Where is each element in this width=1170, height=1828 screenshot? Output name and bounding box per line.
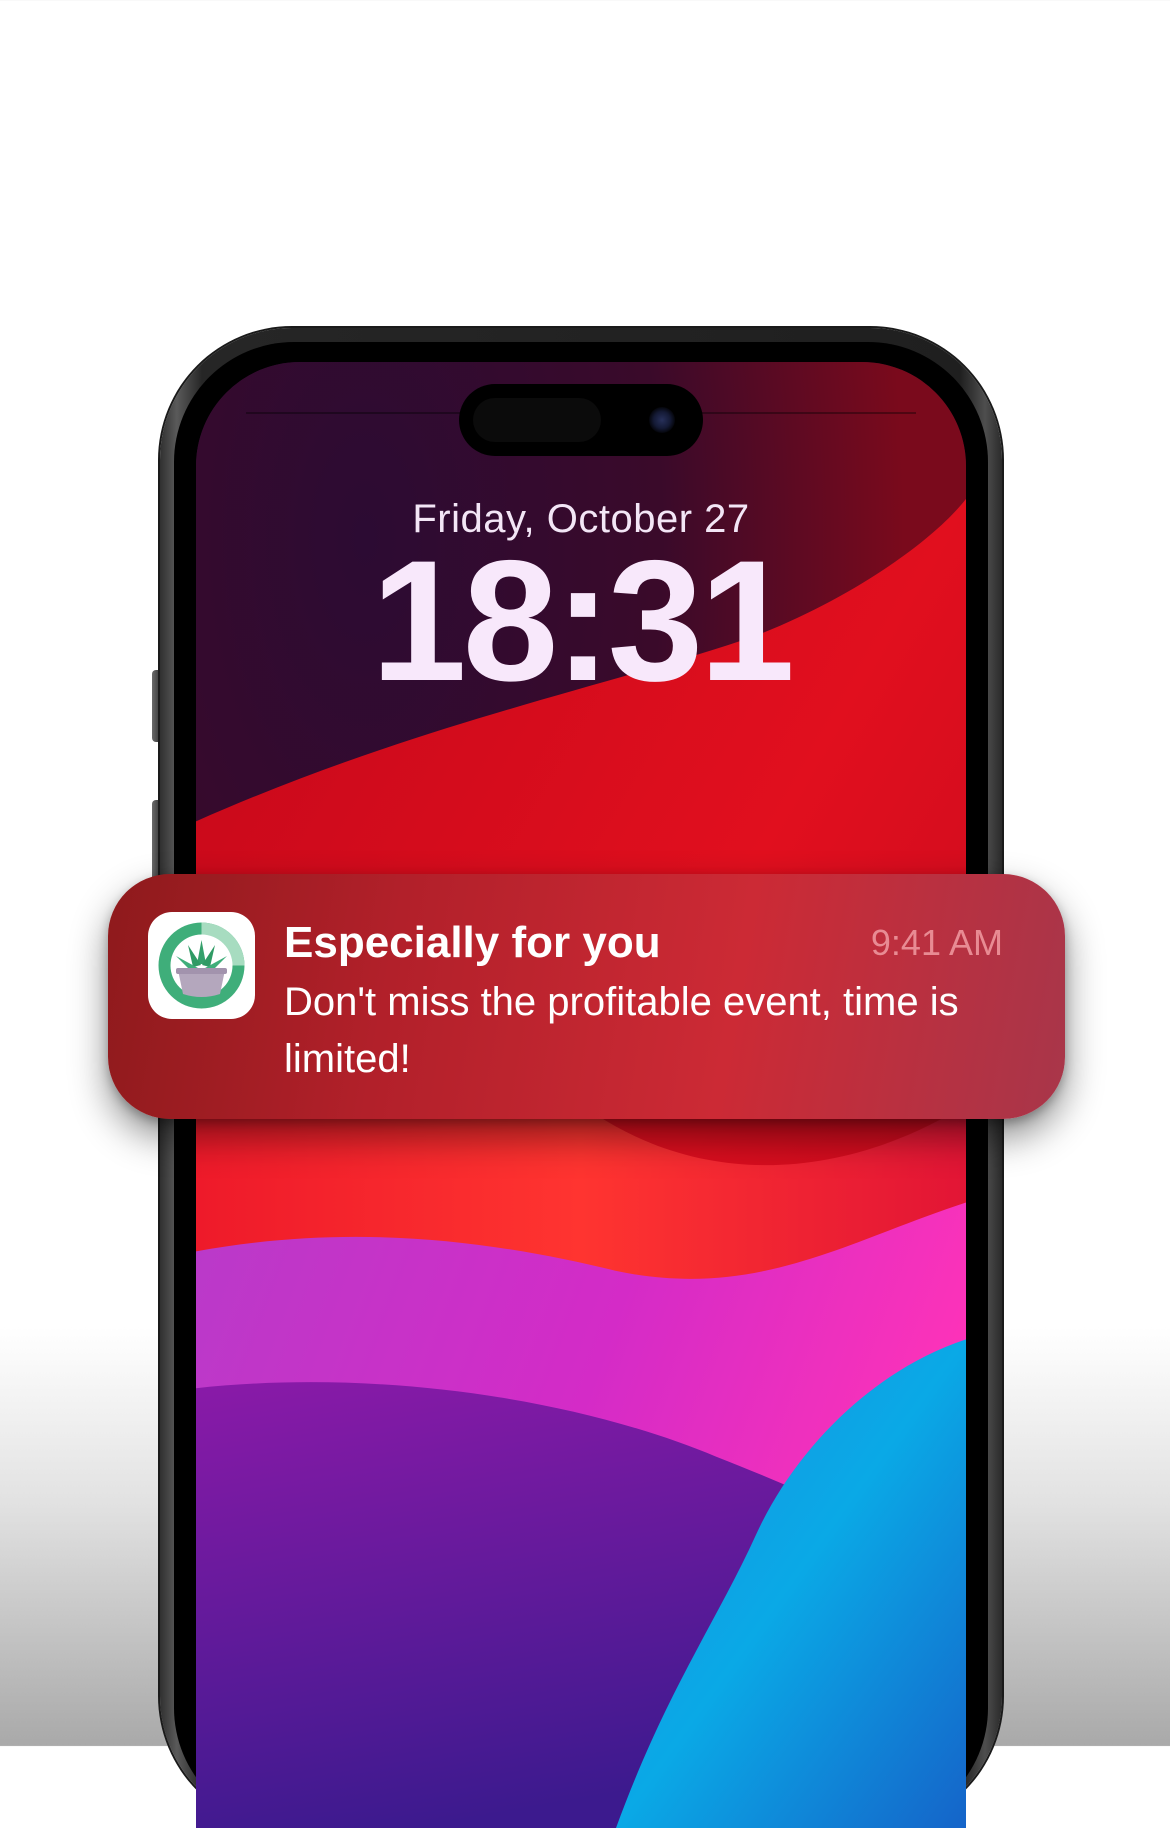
notification-title: Especially for you bbox=[284, 918, 661, 967]
front-camera-icon bbox=[649, 407, 675, 433]
push-notification[interactable]: Especially for you 9:41 AM Don't miss th… bbox=[108, 874, 1065, 1119]
notification-timestamp: 9:41 AM bbox=[870, 922, 1003, 963]
notification-body: Don't miss the profitable event, time is… bbox=[284, 980, 959, 1081]
dynamic-island bbox=[459, 384, 703, 456]
lock-screen-clock: 18:31 bbox=[371, 525, 795, 717]
aloe-plant-pot-icon bbox=[148, 912, 255, 1019]
face-id-sensor bbox=[473, 398, 601, 442]
